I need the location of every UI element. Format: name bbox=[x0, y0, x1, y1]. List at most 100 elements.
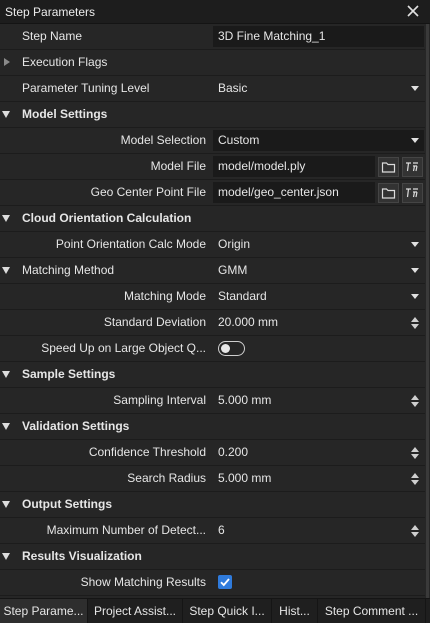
max-detect-value: 6 bbox=[218, 523, 225, 537]
max-detect-label: Maximum Number of Detect... bbox=[46, 523, 206, 537]
tuning-level-label: Parameter Tuning Level bbox=[22, 81, 150, 95]
calc-mode-label: Point Orientation Calc Mode bbox=[55, 237, 206, 251]
browse-file-button[interactable] bbox=[378, 157, 399, 177]
row-model-file: Model File model/model.ply bbox=[0, 154, 425, 180]
variable-icon bbox=[406, 188, 418, 198]
std-dev-label: Standard Deviation bbox=[103, 315, 206, 329]
triangle-down-icon[interactable] bbox=[2, 501, 10, 508]
triangle-down-icon[interactable] bbox=[2, 553, 10, 560]
step-name-label: Step Name bbox=[22, 29, 83, 43]
spin-arrows-icon[interactable] bbox=[411, 447, 419, 459]
matching-mode-label: Matching Mode bbox=[123, 289, 206, 303]
section-validation-settings[interactable]: Validation Settings bbox=[0, 414, 425, 440]
folder-icon bbox=[381, 188, 396, 199]
spin-arrows-icon[interactable] bbox=[411, 395, 419, 407]
tab-step-quick-info[interactable]: Step Quick I... bbox=[183, 599, 272, 623]
max-detect-spinbox[interactable]: 6 bbox=[213, 520, 424, 541]
variable-button[interactable] bbox=[402, 183, 423, 203]
sampling-interval-value: 5.000 mm bbox=[218, 393, 272, 407]
tab-project-assistant[interactable]: Project Assist... bbox=[88, 599, 183, 623]
chevron-down-icon bbox=[411, 294, 419, 299]
parameter-list: Step Name 3D Fine Matching_1 Execution F… bbox=[0, 24, 430, 598]
bottom-tab-bar: Step Parame... Project Assist... Step Qu… bbox=[0, 598, 430, 623]
triangle-down-icon[interactable] bbox=[2, 267, 10, 274]
section-sample-settings[interactable]: Sample Settings bbox=[0, 362, 425, 388]
row-matching-mode: Matching Mode Standard bbox=[0, 284, 425, 310]
row-speed-up: Speed Up on Large Object Q... bbox=[0, 336, 425, 362]
section-header: Sample Settings bbox=[22, 367, 116, 381]
model-selection-dropdown[interactable]: Custom bbox=[213, 130, 424, 151]
show-results-checkbox[interactable] bbox=[218, 575, 232, 589]
section-matching-method[interactable]: Matching Method GMM bbox=[0, 258, 425, 284]
section-header: Validation Settings bbox=[22, 419, 130, 433]
triangle-down-icon[interactable] bbox=[2, 215, 10, 222]
section-model-settings[interactable]: Model Settings bbox=[0, 102, 425, 128]
row-confidence: Confidence Threshold 0.200 bbox=[0, 440, 425, 466]
matching-method-label: Matching Method bbox=[22, 263, 115, 277]
vertical-scrollbar[interactable] bbox=[425, 24, 430, 598]
sampling-interval-spinbox[interactable]: 5.000 mm bbox=[213, 390, 424, 411]
step-name-input[interactable]: 3D Fine Matching_1 bbox=[213, 26, 424, 47]
scrollbar-thumb[interactable] bbox=[426, 24, 429, 598]
spin-arrows-icon[interactable] bbox=[411, 317, 419, 329]
tuning-level-value: Basic bbox=[218, 81, 248, 95]
execution-flags-label: Execution Flags bbox=[22, 55, 108, 69]
browse-file-button[interactable] bbox=[378, 183, 399, 203]
triangle-down-icon[interactable] bbox=[2, 371, 10, 378]
close-icon[interactable] bbox=[405, 3, 421, 19]
row-tuning-level: Parameter Tuning Level Basic bbox=[0, 76, 425, 102]
folder-icon bbox=[381, 162, 396, 173]
spin-arrows-icon[interactable] bbox=[411, 525, 419, 537]
variable-button[interactable] bbox=[402, 157, 423, 177]
tab-step-parameters[interactable]: Step Parame... bbox=[0, 599, 88, 623]
row-max-detect: Maximum Number of Detect... 6 bbox=[0, 518, 425, 544]
section-header: Results Visualization bbox=[22, 549, 142, 563]
chevron-down-icon bbox=[411, 86, 419, 91]
geo-center-label: Geo Center Point File bbox=[90, 185, 206, 199]
confidence-spinbox[interactable]: 0.200 bbox=[213, 442, 424, 463]
show-results-label: Show Matching Results bbox=[80, 575, 206, 589]
matching-method-dropdown[interactable]: GMM bbox=[213, 260, 424, 281]
section-header: Output Settings bbox=[22, 497, 112, 511]
search-radius-value: 5.000 mm bbox=[218, 471, 272, 485]
checkmark-icon bbox=[220, 578, 230, 587]
matching-mode-dropdown[interactable]: Standard bbox=[213, 286, 424, 307]
speed-up-toggle[interactable] bbox=[218, 341, 245, 356]
tab-step-comment[interactable]: Step Comment ... bbox=[318, 599, 426, 623]
spin-arrows-icon[interactable] bbox=[411, 473, 419, 485]
sampling-interval-label: Sampling Interval bbox=[113, 393, 206, 407]
search-radius-label: Search Radius bbox=[127, 471, 206, 485]
calc-mode-value: Origin bbox=[218, 237, 251, 251]
tuning-level-dropdown[interactable]: Basic bbox=[213, 78, 424, 99]
model-file-input[interactable]: model/model.ply bbox=[213, 156, 375, 177]
row-calc-mode: Point Orientation Calc Mode Origin bbox=[0, 232, 425, 258]
row-step-name: Step Name 3D Fine Matching_1 bbox=[0, 24, 425, 50]
section-header: Model Settings bbox=[22, 107, 108, 121]
model-file-label: Model File bbox=[150, 159, 206, 173]
variable-icon bbox=[406, 162, 418, 172]
matching-mode-value: Standard bbox=[218, 289, 267, 303]
tab-history[interactable]: Hist... bbox=[272, 599, 318, 623]
std-dev-value: 20.000 mm bbox=[218, 315, 279, 329]
confidence-value: 0.200 bbox=[218, 445, 249, 459]
toggle-knob bbox=[221, 343, 230, 353]
row-show-results: Show Matching Results bbox=[0, 570, 425, 596]
triangle-down-icon[interactable] bbox=[2, 111, 10, 118]
chevron-down-icon bbox=[411, 138, 419, 143]
speed-up-label: Speed Up on Large Object Q... bbox=[41, 341, 206, 355]
section-results-visualization[interactable]: Results Visualization bbox=[0, 544, 425, 570]
row-sampling-interval: Sampling Interval 5.000 mm bbox=[0, 388, 425, 414]
triangle-right-icon[interactable] bbox=[4, 58, 10, 66]
section-cloud-orientation[interactable]: Cloud Orientation Calculation bbox=[0, 206, 425, 232]
calc-mode-dropdown[interactable]: Origin bbox=[213, 234, 424, 255]
triangle-down-icon[interactable] bbox=[2, 423, 10, 430]
row-model-selection: Model Selection Custom bbox=[0, 128, 425, 154]
std-dev-spinbox[interactable]: 20.000 mm bbox=[213, 312, 424, 333]
panel-titlebar: Step Parameters bbox=[0, 0, 430, 24]
geo-center-input[interactable]: model/geo_center.json bbox=[213, 182, 375, 203]
chevron-down-icon bbox=[411, 268, 419, 273]
search-radius-spinbox[interactable]: 5.000 mm bbox=[213, 468, 424, 489]
confidence-label: Confidence Threshold bbox=[88, 445, 206, 459]
section-output-settings[interactable]: Output Settings bbox=[0, 492, 425, 518]
row-execution-flags[interactable]: Execution Flags bbox=[0, 50, 425, 76]
